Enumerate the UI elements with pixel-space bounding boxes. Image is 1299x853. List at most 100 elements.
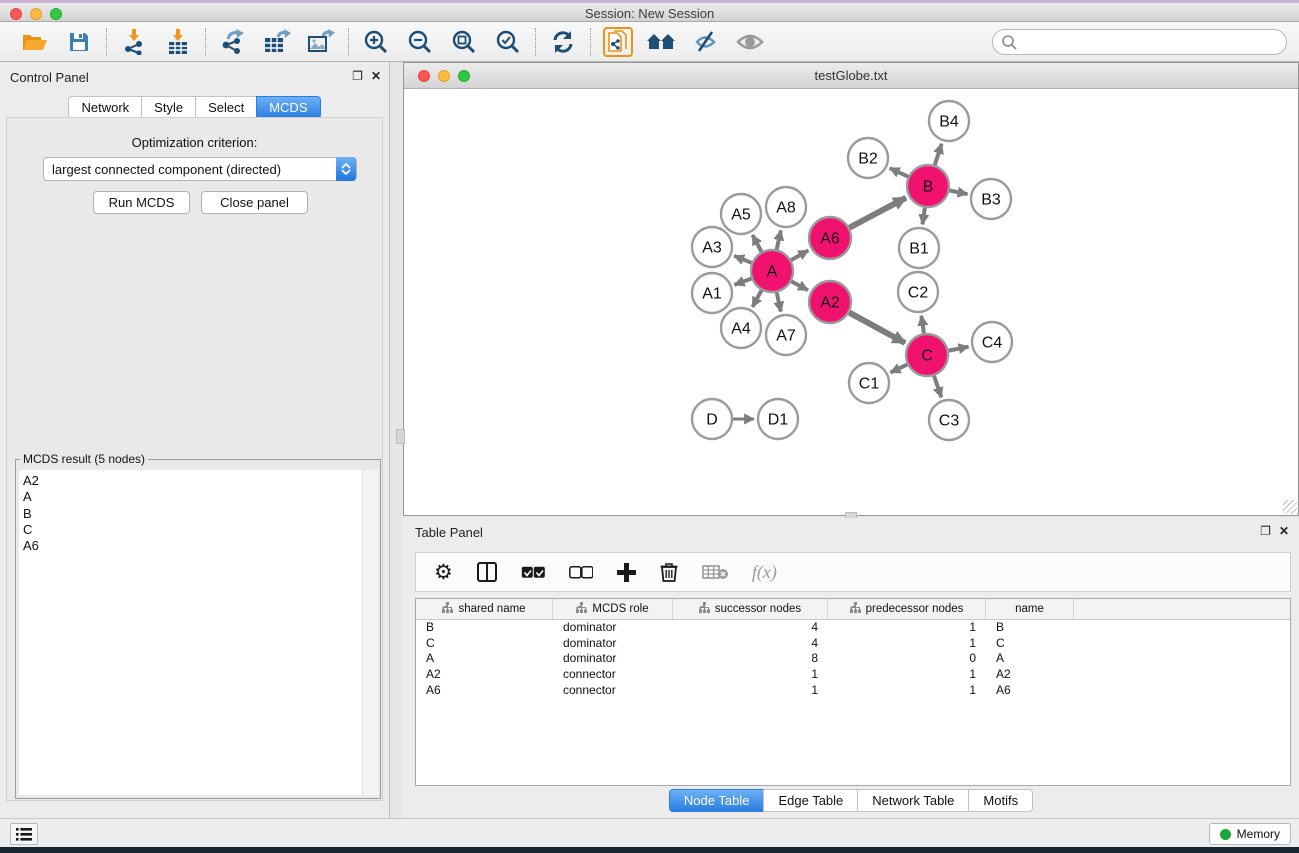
tab-network[interactable]: Network	[68, 96, 141, 119]
network-graph[interactable]: B4B2BB3A8A5A6A3B1AA1C2A2A4A7C4CC1C3DD1	[404, 89, 1298, 515]
node-C[interactable]: C	[906, 334, 948, 376]
show-eye-icon[interactable]	[735, 27, 765, 57]
edge-A-A2[interactable]	[791, 281, 808, 290]
tab-node-table[interactable]: Node Table	[669, 789, 764, 812]
node-A7[interactable]: A7	[766, 315, 806, 355]
mcds-result-item[interactable]: A2	[23, 473, 362, 489]
delete-table-icon[interactable]	[702, 564, 728, 580]
refresh-icon[interactable]	[548, 27, 578, 57]
node-A3[interactable]: A3	[692, 227, 732, 267]
show-column-icon[interactable]	[477, 562, 497, 582]
node-B2[interactable]: B2	[848, 138, 888, 178]
mcds-list-scrollbar[interactable]	[362, 470, 378, 795]
node-A2[interactable]: A2	[809, 281, 851, 323]
tab-motifs[interactable]: Motifs	[968, 789, 1033, 812]
edge-A6-B[interactable]	[849, 198, 906, 228]
node-C3[interactable]: C3	[929, 400, 969, 440]
node-D[interactable]: D	[692, 399, 732, 439]
node-A[interactable]: A	[751, 250, 793, 292]
home-view-icon[interactable]	[647, 27, 677, 57]
edge-A2-C[interactable]	[848, 312, 905, 343]
edge-C-C1[interactable]	[891, 364, 908, 372]
criterion-dropdown[interactable]: largest connected component (directed)	[43, 157, 357, 181]
network-canvas[interactable]: B4B2BB3A8A5A6A3B1AA1C2A2A4A7C4CC1C3DD1	[404, 89, 1298, 515]
settings-gear-icon[interactable]: ⚙	[434, 560, 453, 585]
zoom-fit-icon[interactable]	[449, 27, 479, 57]
import-table-icon[interactable]	[163, 27, 193, 57]
close-panel-button[interactable]: Close panel	[201, 191, 308, 214]
select-all-checkboxes-icon[interactable]	[521, 566, 545, 579]
run-mcds-button[interactable]: Run MCDS	[93, 191, 190, 214]
table-body[interactable]: Bdominator41BCdominator41CAdominator80AA…	[416, 620, 1290, 698]
node-A4[interactable]: A4	[721, 308, 761, 348]
edge-A-A4[interactable]	[752, 289, 762, 306]
float-table-panel-icon[interactable]: ❐	[1260, 524, 1271, 538]
network-window-titlebar[interactable]: testGlobe.txt	[404, 63, 1298, 89]
column-header-shared-name[interactable]: shared name	[416, 599, 553, 619]
edge-A-A3[interactable]	[734, 256, 752, 263]
node-D1[interactable]: D1	[758, 399, 798, 439]
deselect-checkboxes-icon[interactable]	[569, 566, 593, 579]
zoom-selected-icon[interactable]	[493, 27, 523, 57]
edge-C-C3[interactable]	[934, 375, 942, 397]
edge-A-A6[interactable]	[790, 250, 808, 260]
save-icon[interactable]	[64, 27, 94, 57]
export-image-icon[interactable]	[306, 27, 336, 57]
splitter-handle-vertical[interactable]	[396, 429, 405, 444]
edge-A-A8[interactable]	[776, 230, 780, 250]
network-document-icon[interactable]	[603, 27, 633, 57]
column-header-MCDS-role[interactable]: MCDS role	[553, 599, 673, 619]
add-column-icon[interactable]	[617, 563, 636, 582]
node-B4[interactable]: B4	[929, 101, 969, 141]
mcds-result-item[interactable]: A	[23, 489, 362, 505]
export-table-icon[interactable]	[262, 27, 292, 57]
search-input[interactable]	[992, 29, 1287, 55]
tab-edge-table[interactable]: Edge Table	[763, 789, 857, 812]
mcds-result-item[interactable]: B	[23, 506, 362, 522]
node-C4[interactable]: C4	[972, 322, 1012, 362]
zoom-out-icon[interactable]	[405, 27, 435, 57]
edge-B-B2[interactable]	[890, 168, 909, 177]
node-A1[interactable]: A1	[692, 273, 732, 313]
node-B1[interactable]: B1	[899, 228, 939, 268]
delete-column-icon[interactable]	[660, 562, 678, 582]
zoom-in-icon[interactable]	[361, 27, 391, 57]
table-row[interactable]: Adominator80A	[416, 651, 1290, 667]
mcds-result-item[interactable]: A6	[23, 538, 362, 554]
node-A8[interactable]: A8	[766, 187, 806, 227]
table-row[interactable]: A6connector11A6	[416, 683, 1290, 699]
column-header-successor-nodes[interactable]: successor nodes	[673, 599, 828, 619]
float-panel-icon[interactable]: ❐	[352, 69, 363, 83]
open-folder-icon[interactable]	[20, 27, 50, 57]
window-resize-grip[interactable]	[1283, 500, 1297, 514]
close-table-panel-icon[interactable]: ✕	[1279, 524, 1289, 538]
hide-panels-icon[interactable]	[691, 27, 721, 57]
edge-C-C4[interactable]	[948, 347, 969, 351]
node-B[interactable]: B	[907, 165, 949, 207]
mcds-result-item[interactable]: C	[23, 522, 362, 538]
node-C1[interactable]: C1	[849, 363, 889, 403]
column-header-predecessor-nodes[interactable]: predecessor nodes	[828, 599, 986, 619]
edge-C-C2[interactable]	[921, 316, 924, 334]
node-B3[interactable]: B3	[971, 179, 1011, 219]
tab-style[interactable]: Style	[141, 96, 195, 119]
column-header-name[interactable]: name	[986, 599, 1074, 619]
table-row[interactable]: Bdominator41B	[416, 620, 1290, 636]
export-network-icon[interactable]	[218, 27, 248, 57]
node-A6[interactable]: A6	[809, 217, 851, 259]
function-builder-icon[interactable]: f(x)	[752, 562, 777, 583]
memory-button[interactable]: Memory	[1209, 823, 1291, 845]
edge-A-A7[interactable]	[776, 292, 780, 312]
edge-B-B3[interactable]	[949, 190, 968, 194]
edge-A-A5[interactable]	[752, 235, 762, 252]
edge-A-A1[interactable]	[735, 278, 753, 285]
mcds-result-list[interactable]: A2ABCA6	[19, 470, 363, 795]
import-network-icon[interactable]	[119, 27, 149, 57]
node-A5[interactable]: A5	[721, 194, 761, 234]
edge-B-B4[interactable]	[934, 144, 941, 166]
close-panel-icon[interactable]: ✕	[371, 69, 381, 83]
tab-mcds[interactable]: MCDS	[256, 96, 320, 119]
task-history-button[interactable]	[10, 823, 38, 845]
tab-network-table[interactable]: Network Table	[857, 789, 968, 812]
edge-B-B1[interactable]	[922, 207, 925, 224]
